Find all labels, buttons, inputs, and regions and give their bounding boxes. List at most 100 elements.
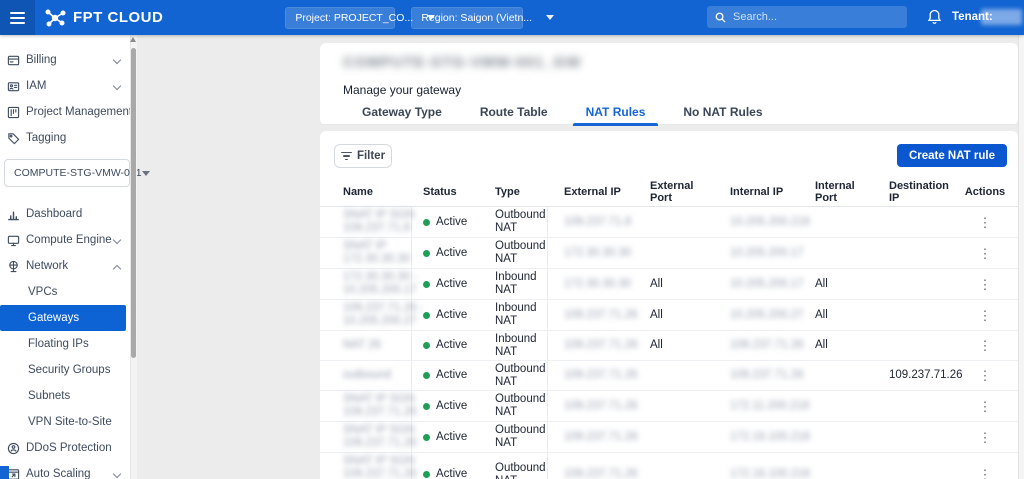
table-row: SNAT IP172.30.30.30ActiveOutbound NAT172…: [320, 238, 1018, 269]
gateway-header-card: COMPUTE-STG-VMW-001_GW Manage your gatew…: [320, 43, 1018, 125]
bottom-left-accent[interactable]: [0, 466, 9, 479]
create-nat-rule-button[interactable]: Create NAT rule: [897, 144, 1007, 167]
search-input[interactable]: [733, 11, 893, 23]
cell-type: Inbound NAT: [492, 269, 548, 299]
dashboard-icon: [7, 208, 20, 221]
sidebar-item-tagging[interactable]: Tagging: [0, 125, 137, 151]
sidebar-item-security-groups[interactable]: Security Groups: [0, 357, 137, 383]
row-actions-kebab-menu[interactable]: ⋮: [979, 339, 992, 352]
filter-button-label: Filter: [357, 150, 385, 162]
sidebar-item-project-management[interactable]: Project Management: [0, 99, 137, 125]
table-row: SNAT IP SGN109.237.71.8ActiveOutbound NA…: [320, 207, 1018, 238]
cell-external-ip: 109.237.71.8: [548, 207, 634, 237]
cell-text: Inbound NAT: [495, 302, 547, 328]
menu-toggle-button[interactable]: [0, 0, 35, 35]
sidebar-item-vpcs[interactable]: VPCs: [0, 279, 137, 305]
cell-internal-port: [799, 391, 873, 421]
status-active-dot: [423, 403, 430, 410]
sidebar-item-network[interactable]: Network: [0, 253, 137, 279]
column-header-internal-ip: Internal IP: [714, 177, 799, 206]
cell-internal-ip: 10.205.200.17: [714, 238, 799, 268]
redacted-text: 10.205.200.27: [343, 315, 417, 328]
cell-text: Outbound NAT: [495, 363, 547, 389]
row-actions-kebab-menu[interactable]: ⋮: [979, 278, 992, 291]
brand-logo[interactable]: FPT CLOUD: [45, 9, 163, 27]
cell-internal-ip: 10.205.200.17: [714, 269, 799, 299]
cell-actions: ⋮: [952, 391, 1018, 421]
global-search[interactable]: [707, 6, 907, 28]
status-active-dot: [423, 250, 430, 257]
redacted-text: 172.30.30.30: [564, 247, 631, 260]
row-actions-kebab-menu[interactable]: ⋮: [979, 216, 992, 229]
cell-actions: ⋮: [952, 453, 1018, 479]
sidebar-item-compute-engine[interactable]: Compute Engine: [0, 227, 137, 253]
row-actions-kebab-menu[interactable]: ⋮: [979, 369, 992, 382]
redacted-text: 109.237.71.26: [343, 437, 417, 450]
filter-button[interactable]: Filter: [334, 144, 392, 168]
table-row: NAT 26ActiveInbound NAT109.237.71.26All1…: [320, 331, 1018, 361]
bell-icon: [927, 9, 942, 25]
redacted-text: 172.16.100.218: [730, 468, 810, 479]
tab-gateway-type[interactable]: Gateway Type: [343, 99, 461, 125]
chevron-down-icon: [113, 236, 121, 244]
sidebar-item-label: Dashboard: [24, 208, 82, 220]
row-actions-kebab-menu[interactable]: ⋮: [979, 468, 992, 479]
cell-name: 109.237.71.26 -10.205.200.27: [320, 300, 412, 330]
tab-route-table[interactable]: Route Table: [461, 99, 567, 125]
tab-nat-rules[interactable]: NAT Rules: [567, 99, 665, 125]
sidebar-item-gateways[interactable]: Gateways: [0, 305, 126, 331]
sidebar-scrollbar[interactable]: [130, 35, 137, 479]
region-selector[interactable]: Region: Saigon (Vietn...: [411, 7, 523, 29]
page-scrollbar[interactable]: [1018, 35, 1024, 479]
cell-type: Outbound NAT: [492, 453, 548, 479]
status-active-dot: [423, 434, 430, 441]
nat-rules-card: Filter Create NAT rule NameStatusTypeExt…: [320, 131, 1018, 479]
app-window: FPT CLOUD Project: PROJECT_CO... Region:…: [0, 0, 1024, 479]
sidebar-item-label: Tagging: [24, 132, 66, 144]
sidebar-item-label: IAM: [24, 80, 46, 92]
cell-internal-port: All: [799, 331, 873, 360]
status-active-dot: [423, 219, 430, 226]
sidebar-item-dashboard[interactable]: Dashboard: [0, 201, 137, 227]
row-actions-kebab-menu[interactable]: ⋮: [979, 247, 992, 260]
cell-actions: ⋮: [952, 361, 1018, 390]
sidebar-scrollbar-thumb[interactable]: [131, 48, 136, 358]
row-actions-kebab-menu[interactable]: ⋮: [979, 400, 992, 413]
cell-type: Inbound NAT: [492, 300, 548, 330]
cell-name: NAT 26: [320, 331, 412, 360]
row-actions-kebab-menu[interactable]: ⋮: [979, 309, 992, 322]
sidebar-item-billing[interactable]: Billing: [0, 47, 137, 73]
tab-no-nat-rules[interactable]: No NAT Rules: [664, 99, 781, 125]
sidebar-item-auto-scaling[interactable]: Auto Scaling: [0, 461, 137, 479]
cell-internal-ip: 109.237.71.26: [714, 361, 799, 390]
redacted-text: 10.205.200.27: [730, 309, 804, 322]
sidebar-item-ddos-protection[interactable]: DDoS Protection: [0, 435, 137, 461]
cell-external-port: All: [634, 300, 714, 330]
cell-text: All: [650, 278, 663, 291]
sidebar-item-vpn-site-to-site[interactable]: VPN Site-to-Site: [0, 409, 137, 435]
redacted-text: 109.237.71.26: [564, 339, 638, 352]
status-active-dot: [423, 342, 430, 349]
status-active-dot: [423, 312, 430, 319]
row-actions-kebab-menu[interactable]: ⋮: [979, 431, 992, 444]
redacted-text: 10.205.200.17: [343, 284, 417, 297]
sidebar-item-floating-ips[interactable]: Floating IPs: [0, 331, 137, 357]
cell-text: All: [815, 309, 828, 322]
vdc-selector[interactable]: COMPUTE-STG-VMW-001: [4, 159, 130, 187]
cell-external-port: [634, 361, 714, 390]
project-management-icon: [7, 106, 20, 119]
sidebar-item-iam[interactable]: IAM: [0, 73, 137, 99]
column-header-name: Name: [320, 177, 412, 206]
redacted-text: 109.237.71.26: [730, 369, 804, 382]
notifications-button[interactable]: [927, 9, 942, 30]
cell-external-ip: 109.237.71.26: [548, 391, 634, 421]
cell-text: Outbound NAT: [495, 393, 547, 419]
sidebar-item-label: Project Management: [24, 106, 132, 118]
sidebar-item-subnets[interactable]: Subnets: [0, 383, 137, 409]
main-content: COMPUTE-STG-VMW-001_GW Manage your gatew…: [137, 35, 1024, 479]
project-selector[interactable]: Project: PROJECT_CO...: [285, 7, 395, 29]
top-bar: FPT CLOUD Project: PROJECT_CO... Region:…: [0, 0, 1024, 35]
cell-actions: ⋮: [952, 422, 1018, 452]
cell-name: SNAT IP SGN109.237.71.8: [320, 207, 412, 237]
cell-text: All: [650, 339, 663, 352]
